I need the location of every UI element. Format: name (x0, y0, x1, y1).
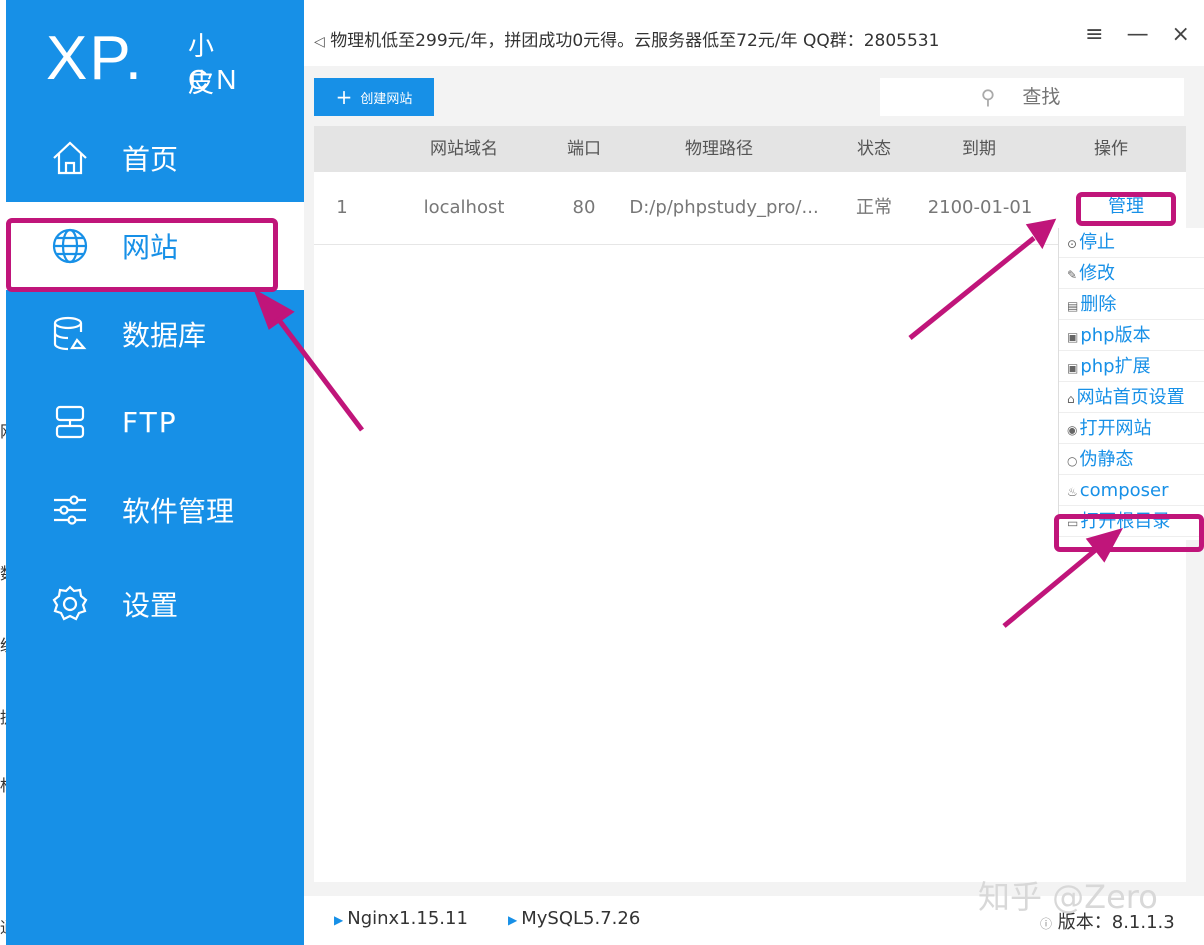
arrow-line (274, 314, 364, 432)
arrow-line (1002, 546, 1100, 628)
arrow-line (908, 236, 1036, 340)
annotation-arrows (253, 218, 1124, 628)
arrow-head (253, 288, 295, 330)
